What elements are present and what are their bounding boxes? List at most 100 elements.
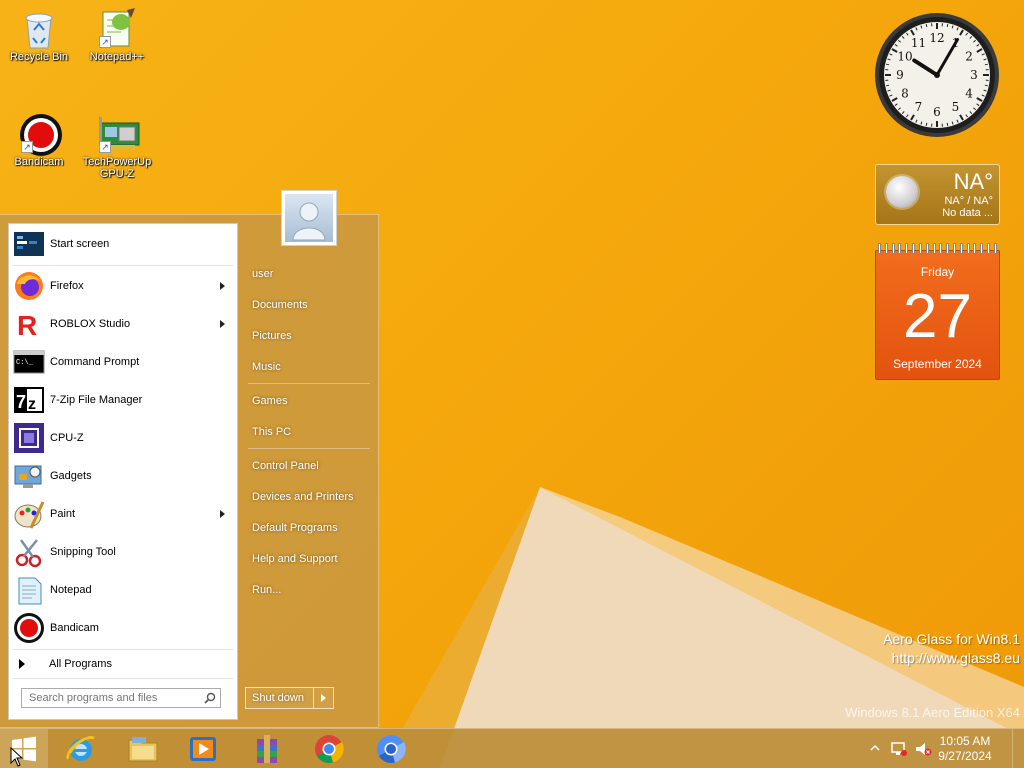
start-button[interactable] [0,729,48,768]
media-player-icon [190,737,216,761]
all-programs-button[interactable]: All Programs [9,654,237,674]
desktop-icon-gpuz[interactable]: ↗ TechPowerUp GPU-Z [80,113,154,180]
start-item-cpuz[interactable]: CPU-Z [9,419,237,457]
start-right-default-programs[interactable]: Default Programs [252,522,338,534]
clock-numeral: 10 [897,50,912,64]
bandicam-icon [13,612,45,644]
weather-temperature: NA° [953,169,993,194]
shutdown-label: Shut down [252,692,304,704]
desktop-icon-bandicam[interactable]: ↗ Bandicam [2,113,76,168]
start-item-label: Start screen [50,238,110,250]
start-right-help-support[interactable]: Help and Support [252,553,338,565]
gpuz-icon: ↗ [97,113,140,153]
taskbar-time: 10:05 AM [939,734,991,748]
taskbar-app-winrar[interactable] [240,731,294,767]
clock-numeral: 6 [933,105,941,119]
search-icon[interactable] [200,689,220,707]
taskbar-date: 9/27/2024 [938,749,992,763]
calendar-page: Friday 27 September 2024 [875,250,1000,380]
start-item-label: Paint [50,508,76,520]
clock-numeral: 9 [896,68,904,82]
firefox-icon [13,270,45,302]
snipping-tool-icon [13,536,45,568]
start-right-control-panel[interactable]: Control Panel [252,460,319,472]
start-right-pictures[interactable]: Pictures [252,330,292,342]
winrar-icon [257,735,277,763]
user-avatar-icon [285,194,333,242]
start-item-notepad[interactable]: Notepad [9,571,237,609]
start-item-gadgets[interactable]: Gadgets [9,457,237,495]
triangle-right-icon [321,694,326,702]
desktop-icon-notepad-plus-plus[interactable]: ↗ Notepad++ [80,8,154,63]
clock-face: 121234567891011 [875,13,999,137]
taskbar-clock[interactable]: 10:05 AM 9/27/2024 [930,734,1000,764]
calendar-month-year: September 2024 [893,357,982,371]
all-programs-label: All Programs [49,658,112,670]
clock-numeral: 12 [929,31,944,45]
start-item-command-prompt[interactable]: C:\_ Command Prompt [9,343,237,381]
edition-watermark: Windows 8.1 Aero Edition X64 [845,705,1020,720]
start-right-this-pc[interactable]: This PC [252,426,291,438]
shutdown-options-button[interactable] [313,688,333,708]
start-right-run[interactable]: Run... [252,584,281,596]
weather-gadget[interactable]: NA° NA° / NA° No data ... [875,164,1000,225]
file-explorer-icon [128,737,158,762]
start-item-roblox-studio[interactable]: R ROBLOX Studio [9,305,237,343]
start-item-label: 7-Zip File Manager [50,394,143,406]
tray-overflow-chevron-icon[interactable] [869,743,885,759]
taskbar-app-file-explorer[interactable] [116,731,170,767]
shortcut-arrow-icon: ↗ [99,141,111,153]
separator [13,265,233,266]
start-item-label: Command Prompt [50,356,140,368]
start-right-documents[interactable]: Documents [252,299,308,311]
watermark-line1: Aero Glass for Win8.1 [883,631,1020,647]
start-item-start-screen[interactable]: Start screen [9,225,237,263]
clock-numeral: 2 [965,50,973,64]
desktop-icon-label: TechPowerUp GPU-Z [82,156,152,180]
start-right-games[interactable]: Games [252,395,287,407]
calendar-gadget[interactable]: Friday 27 September 2024 [875,243,1000,380]
start-menu: Start screen Firefox R ROBLOX Studio C:\… [0,214,379,728]
calendar-rings [878,243,997,255]
clock-numeral: 3 [970,68,978,82]
start-item-label: CPU-Z [50,432,84,444]
network-icon[interactable] [890,741,907,757]
calendar-weekday: Friday [920,265,955,279]
svg-text:z: z [28,396,36,413]
clock-numeral: 8 [901,87,909,101]
start-item-7zip[interactable]: 7z 7-Zip File Manager [9,381,237,419]
volume-muted-icon[interactable] [914,741,932,757]
search-programs-box[interactable] [21,688,221,708]
notepad-plus-plus-icon: ↗ [97,8,137,48]
start-item-label: Gadgets [50,470,92,482]
show-desktop-button[interactable] [1012,729,1024,768]
clock-gadget[interactable]: 121234567891011 [874,12,1000,138]
notepad-icon [13,574,45,606]
start-item-label: Notepad [50,584,92,596]
bandicam-icon: ↗ [19,113,62,156]
search-input[interactable] [29,692,200,704]
user-picture[interactable] [281,190,337,246]
desktop-icon-recycle-bin[interactable]: Recycle Bin [2,8,76,63]
start-item-bandicam[interactable]: Bandicam [9,609,237,647]
submenu-arrow-icon [220,510,225,518]
taskbar-app-media-player[interactable] [176,731,230,767]
start-right-devices-printers[interactable]: Devices and Printers [252,491,354,503]
cpuz-icon [13,422,45,454]
wallpaper-shape [380,487,1024,768]
shutdown-button[interactable]: Shut down [245,687,334,709]
taskbar-app-chromium[interactable] [364,731,418,767]
start-item-paint[interactable]: Paint [9,495,237,533]
start-item-firefox[interactable]: Firefox [9,267,237,305]
taskbar-app-chrome[interactable] [302,731,356,767]
start-item-label: Snipping Tool [50,546,116,558]
start-item-snipping-tool[interactable]: Snipping Tool [9,533,237,571]
desktop-icon-label: Bandicam [14,156,64,168]
aero-glass-watermark: Aero Glass for Win8.1 http://www.glass8.… [883,630,1020,668]
separator [248,383,370,384]
start-item-label: Firefox [50,280,84,292]
start-right-music[interactable]: Music [252,361,281,373]
start-right-user[interactable]: user [252,268,273,280]
weather-range: NA° / NA° [944,195,993,207]
taskbar-app-internet-explorer[interactable] [54,731,108,767]
